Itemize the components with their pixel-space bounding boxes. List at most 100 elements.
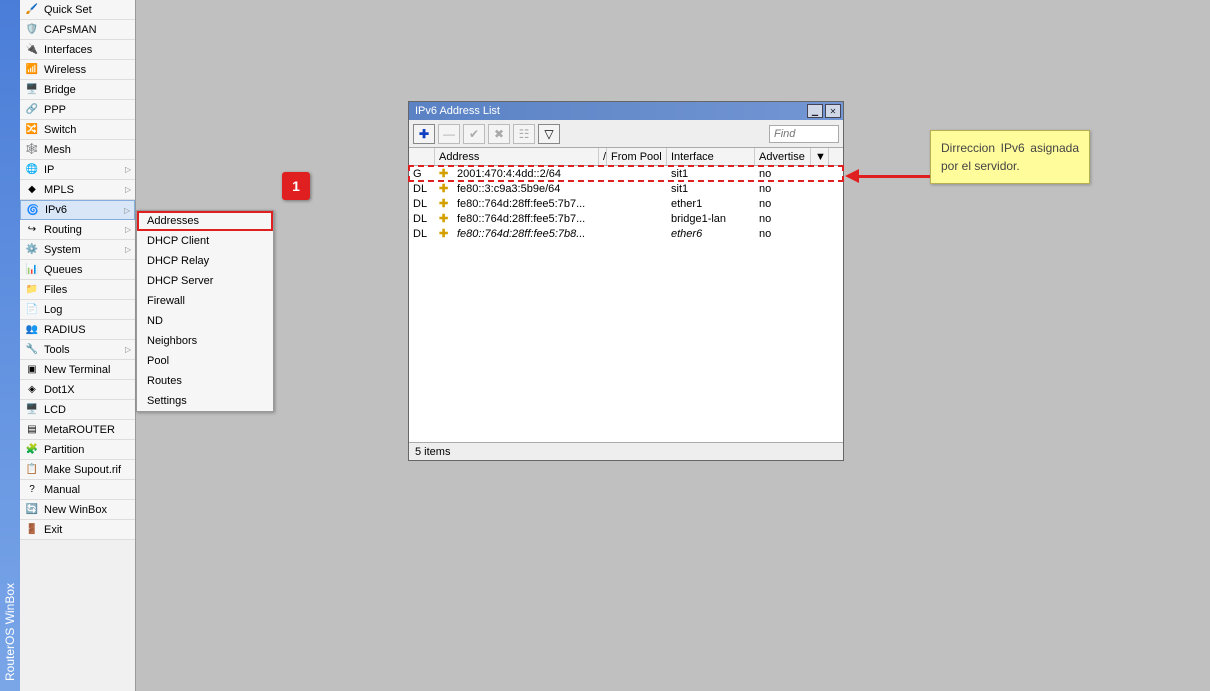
menu-label: New WinBox [44, 504, 135, 516]
new-winbox-icon: 🔄 [24, 502, 40, 518]
menu-label: Partition [44, 444, 135, 456]
menu-item-mpls[interactable]: ◆MPLS▷ [20, 180, 135, 200]
col-flag[interactable] [409, 148, 435, 165]
menu-label: Quick Set [44, 4, 135, 16]
menu-label: CAPsMAN [44, 24, 135, 36]
minimize-button[interactable]: ▁ [807, 104, 823, 118]
menu-item-files[interactable]: 📁Files [20, 280, 135, 300]
col-dropdown[interactable]: ▼ [811, 148, 829, 165]
menu-label: IPv6 [45, 204, 124, 216]
menu-item-lcd[interactable]: 🖥️LCD [20, 400, 135, 420]
address-icon: ✚ [435, 197, 453, 210]
submenu-item-nd[interactable]: ND [137, 311, 273, 331]
menu-item-queues[interactable]: 📊Queues [20, 260, 135, 280]
col-sort-indicator[interactable]: / [599, 148, 607, 165]
menu-item-partition[interactable]: 🧩Partition [20, 440, 135, 460]
disable-button[interactable]: ✖ [488, 124, 510, 144]
table-row[interactable]: DL✚fe80::764d:28ff:fee5:7b7...bridge1-la… [409, 211, 843, 226]
table-header: Address / From Pool Interface Advertise … [409, 148, 843, 166]
submenu-item-dhcp-relay[interactable]: DHCP Relay [137, 251, 273, 271]
address-icon: ✚ [435, 227, 453, 240]
wireless-icon: 📶 [24, 62, 40, 78]
col-from-pool[interactable]: From Pool [607, 148, 667, 165]
menu-label: RADIUS [44, 324, 135, 336]
menu-label: Wireless [44, 64, 135, 76]
menu-item-mesh[interactable]: 🕸️Mesh [20, 140, 135, 160]
annotation-arrow [845, 170, 935, 182]
submenu-arrow-icon: ▷ [125, 245, 135, 254]
menu-label: Dot1X [44, 384, 135, 396]
annotation-box: Dirreccion IPv6 asignada por el servidor… [930, 130, 1090, 184]
enable-button[interactable]: ✔ [463, 124, 485, 144]
menu-label: System [44, 244, 125, 256]
submenu-item-settings[interactable]: Settings [137, 391, 273, 411]
interfaces-icon: 🔌 [24, 42, 40, 58]
col-advertise[interactable]: Advertise [755, 148, 811, 165]
table-row[interactable]: G✚2001:470:4:4dd::2/64sit1no [409, 166, 843, 181]
menu-label: MPLS [44, 184, 125, 196]
row-interface: ether1 [667, 198, 755, 210]
comment-button[interactable]: ☷ [513, 124, 535, 144]
menu-item-system[interactable]: ⚙️System▷ [20, 240, 135, 260]
menu-label: Files [44, 284, 135, 296]
menu-label: Queues [44, 264, 135, 276]
menu-item-make-supout-rif[interactable]: 📋Make Supout.rif [20, 460, 135, 480]
row-flag: DL [409, 183, 435, 195]
menu-item-manual[interactable]: ?Manual [20, 480, 135, 500]
submenu-arrow-icon: ▷ [125, 345, 135, 354]
menu-item-quick-set[interactable]: 🖌️ Quick Set [20, 0, 135, 20]
menu-label: Make Supout.rif [44, 464, 135, 476]
window-title: IPv6 Address List [415, 105, 500, 117]
menu-item-radius[interactable]: 👥 RADIUS [20, 320, 135, 340]
menu-label: IP [44, 164, 125, 176]
menu-item-ipv6[interactable]: 🌀IPv6▷ [20, 200, 135, 220]
address-icon: ✚ [435, 212, 453, 225]
add-button[interactable]: ✚ [413, 124, 435, 144]
submenu-item-dhcp-client[interactable]: DHCP Client [137, 231, 273, 251]
submenu-item-pool[interactable]: Pool [137, 351, 273, 371]
table-row[interactable]: DL✚fe80::764d:28ff:fee5:7b7...ether1no [409, 196, 843, 211]
menu-item-log[interactable]: 📄Log [20, 300, 135, 320]
menu-item-metarouter[interactable]: ▤MetaROUTER [20, 420, 135, 440]
submenu-item-neighbors[interactable]: Neighbors [137, 331, 273, 351]
submenu-item-routes[interactable]: Routes [137, 371, 273, 391]
menu-item-exit[interactable]: 🚪Exit [20, 520, 135, 540]
ip-icon: 🌐 [24, 162, 40, 178]
menu-item-dot1x[interactable]: ◈Dot1X [20, 380, 135, 400]
col-address[interactable]: Address [435, 148, 599, 165]
submenu-item-firewall[interactable]: Firewall [137, 291, 273, 311]
table-row[interactable]: DL✚fe80::3:c9a3:5b9e/64sit1no [409, 181, 843, 196]
menu-item-capsman[interactable]: 🛡️CAPsMAN [20, 20, 135, 40]
submenu-arrow-icon: ▷ [125, 225, 135, 234]
menu-item-bridge[interactable]: 🖥️Bridge [20, 80, 135, 100]
menu-item-routing[interactable]: ↪Routing▷ [20, 220, 135, 240]
submenu-item-addresses[interactable]: Addresses [137, 211, 273, 231]
col-interface[interactable]: Interface [667, 148, 755, 165]
row-flag: DL [409, 198, 435, 210]
menu-label: New Terminal [44, 364, 135, 376]
remove-button[interactable]: — [438, 124, 460, 144]
menu-item-interfaces[interactable]: 🔌Interfaces [20, 40, 135, 60]
menu-label: PPP [44, 104, 135, 116]
find-input[interactable] [769, 125, 839, 143]
table-row[interactable]: DL✚fe80::764d:28ff:fee5:7b8...ether6no [409, 226, 843, 241]
mpls-icon: ◆ [24, 182, 40, 198]
radius-icon: 👥 [24, 322, 40, 338]
menu-item-new-winbox[interactable]: 🔄 New WinBox [20, 500, 135, 520]
menu-item-new-terminal[interactable]: ▣New Terminal [20, 360, 135, 380]
window-titlebar[interactable]: IPv6 Address List ▁ ✕ [409, 102, 843, 120]
menu-item-ip[interactable]: 🌐IP▷ [20, 160, 135, 180]
menu-item-ppp[interactable]: 🔗PPP [20, 100, 135, 120]
row-flag: G [409, 168, 435, 180]
submenu-item-dhcp-server[interactable]: DHCP Server [137, 271, 273, 291]
annotation-marker-1: 1 [282, 172, 310, 200]
menu-item-switch[interactable]: 🔀Switch [20, 120, 135, 140]
row-address: fe80::764d:28ff:fee5:7b7... [453, 198, 607, 210]
quick-set-icon: 🖌️ [24, 2, 40, 18]
menu-item-tools[interactable]: 🔧Tools▷ [20, 340, 135, 360]
row-interface: bridge1-lan [667, 213, 755, 225]
close-button[interactable]: ✕ [825, 104, 841, 118]
row-address: fe80::3:c9a3:5b9e/64 [453, 183, 607, 195]
menu-item-wireless[interactable]: 📶 Wireless [20, 60, 135, 80]
filter-button[interactable]: ▽ [538, 124, 560, 144]
